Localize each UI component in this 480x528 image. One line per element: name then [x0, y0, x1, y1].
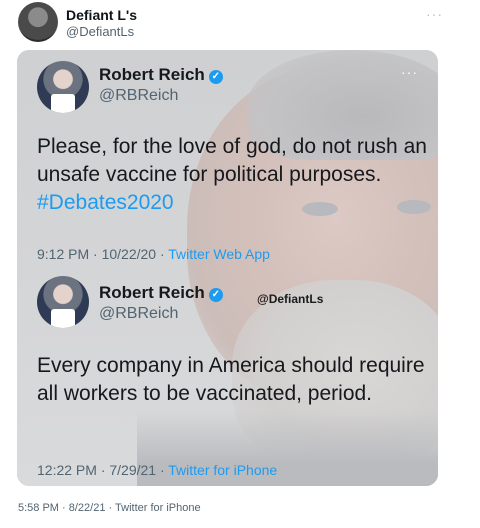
hashtag: #Debates2020	[37, 191, 174, 214]
watermark: @DefiantLs	[257, 292, 324, 306]
tweet-source: Twitter for iPhone	[168, 462, 278, 478]
avatar	[37, 276, 89, 328]
tweet-image[interactable]: Robert Reich ✓ @RBReich ··· Please, for t…	[17, 50, 438, 486]
avatar[interactable]	[18, 2, 58, 42]
tweet-text: Every company in America should require …	[37, 354, 425, 405]
display-name: Robert Reich ✓	[99, 65, 223, 85]
user-handle: @RBReich	[99, 87, 179, 104]
user-handle: @RBReich	[99, 305, 179, 322]
tweet-source: Twitter Web App	[168, 246, 270, 262]
tweet-timestamp[interactable]: 5:58 PM · 8/22/21 · Twitter for iPhone	[18, 502, 201, 514]
verified-badge-icon: ✓	[208, 288, 223, 302]
tweet-timestamp: 9:12 PM · 10/22/20 · Twitter Web App	[37, 246, 270, 262]
display-name: Robert Reich ✓	[99, 283, 223, 303]
tweet-timestamp: 12:22 PM · 7/29/21 · Twitter for iPhone	[37, 462, 278, 478]
background-photo	[17, 50, 438, 486]
tweet-text: Please, for the love of god, do not rush…	[37, 135, 427, 214]
user-handle[interactable]: @DefiantLs	[66, 24, 134, 39]
display-name[interactable]: Defiant L's	[66, 7, 137, 23]
verified-badge-icon: ✓	[208, 70, 223, 84]
avatar	[37, 61, 89, 113]
more-options-icon: ···	[401, 64, 418, 80]
more-options-icon[interactable]: ···	[426, 6, 443, 22]
outer-tweet-header: Defiant L's @DefiantLs ···	[0, 0, 480, 48]
